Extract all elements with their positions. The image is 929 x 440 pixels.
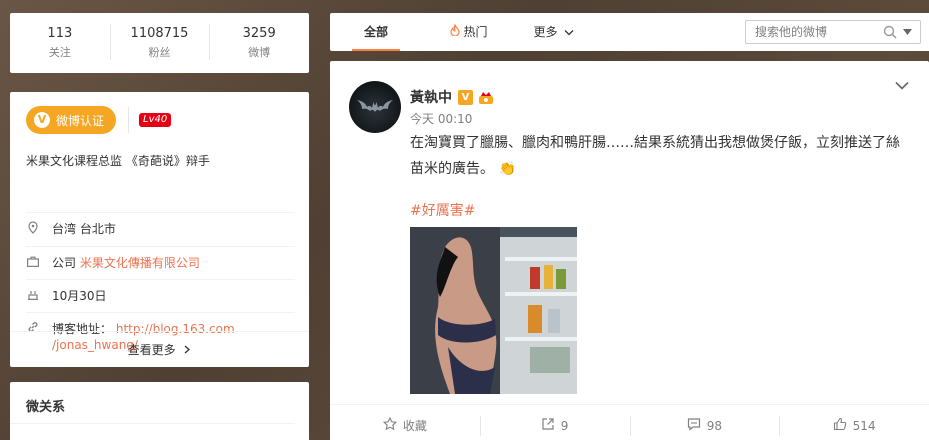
post-menu-chevron-icon[interactable]	[895, 79, 911, 91]
location-icon	[26, 221, 40, 238]
star-icon	[382, 416, 397, 434]
tab-more[interactable]: 更多	[526, 13, 583, 51]
post-text: 在淘寶買了臘腸、臘肉和鴨肝腸……結果系統猜出我想做煲仔飯，立刻推送了絲苗米的廣告…	[410, 130, 910, 182]
post-actions: 收藏 9 98 514	[330, 404, 929, 440]
profile-description: 米果文化课程总监 《奇葩说》辩手	[26, 154, 210, 168]
briefcase-icon	[26, 255, 40, 271]
post-author: 黃執中 V	[410, 87, 494, 107]
crown-icon[interactable]	[478, 90, 494, 105]
fire-icon	[450, 23, 464, 39]
stat-followers[interactable]: 1108715 粉丝	[109, 24, 210, 62]
posts-label: 微博	[248, 46, 271, 59]
feed-tab-bar: 全部 热门 更多	[330, 13, 929, 51]
info-location: 台湾 台北市	[26, 212, 295, 246]
birthday-text: 10月30日	[52, 289, 107, 303]
repost-icon	[541, 417, 555, 434]
repost-count: 9	[560, 418, 569, 433]
stat-posts[interactable]: 3259 微博	[209, 24, 309, 62]
repost-button[interactable]: 9	[479, 415, 630, 436]
company-link[interactable]: 米果文化傳播有限公司	[80, 256, 200, 270]
post-hashtag[interactable]: #好厲害#	[410, 200, 475, 220]
info-company: 公司 米果文化傳播有限公司	[26, 246, 295, 279]
stat-following[interactable]: 113 关注	[10, 24, 110, 62]
followers-count: 1108715	[130, 26, 189, 41]
comment-icon	[687, 417, 701, 434]
search-icon[interactable]	[883, 25, 897, 39]
post-card: 黃執中 V 今天 00:10 在淘寶買了臘腸、臘肉和鴨肝腸……結果系統猜出我想做…	[330, 61, 929, 440]
avatar[interactable]	[349, 81, 401, 133]
cake-icon	[26, 288, 40, 304]
tab-all[interactable]: 全部	[352, 13, 401, 51]
tab-hot-label: 热门	[463, 25, 488, 39]
divider	[128, 107, 130, 133]
search-dropdown-icon[interactable]	[903, 29, 912, 35]
location-text: 台湾 台北市	[52, 222, 116, 236]
verify-label: 微博认证	[56, 113, 105, 128]
batman-logo-icon	[357, 100, 393, 112]
chevron-down-icon	[561, 25, 574, 39]
followers-label: 粉丝	[148, 46, 171, 59]
verify-button[interactable]: V 微博认证	[26, 106, 117, 134]
clap-emoji: 👏	[498, 161, 516, 177]
post-image[interactable]	[410, 227, 577, 394]
comment-button[interactable]: 98	[629, 415, 780, 436]
like-button[interactable]: 514	[779, 415, 929, 436]
relations-title: 微关系	[10, 382, 295, 424]
view-more-label: 查看更多	[127, 343, 176, 357]
collect-label: 收藏	[402, 419, 427, 433]
view-more-button[interactable]: 查看更多	[10, 331, 309, 367]
verify-row: V 微博认证 Lv40	[10, 92, 309, 136]
like-count: 514	[852, 418, 876, 433]
tab-all-label: 全部	[364, 25, 389, 39]
stats-card: 113 关注 1108715 粉丝 3259 微博	[10, 13, 309, 73]
search-input[interactable]	[755, 22, 875, 42]
author-name[interactable]: 黃執中	[410, 87, 452, 107]
post-body: 在淘寶買了臘腸、臘肉和鴨肝腸……結果系統猜出我想做煲仔飯，立刻推送了絲苗米的廣告…	[410, 135, 900, 177]
comment-count: 98	[706, 418, 723, 433]
company-prefix: 公司	[52, 256, 77, 270]
post-photo	[410, 227, 577, 394]
following-count: 113	[47, 26, 73, 41]
following-label: 关注	[48, 46, 71, 59]
post-time[interactable]: 今天 00:10	[410, 110, 472, 127]
verified-badge[interactable]: V	[458, 89, 473, 105]
posts-count: 3259	[242, 26, 276, 41]
collect-button[interactable]: 收藏	[330, 416, 480, 436]
tab-more-label: 更多	[533, 25, 558, 39]
info-birthday: 10月30日	[26, 279, 295, 312]
verify-icon: V	[34, 112, 50, 128]
profile-card: V 微博认证 Lv40 米果文化课程总监 《奇葩说》辩手 台湾 台北市 公司 米…	[10, 92, 309, 367]
relations-card: 微关系	[10, 382, 309, 440]
search-box	[745, 20, 921, 44]
like-icon	[833, 417, 847, 434]
chevron-right-icon	[179, 343, 191, 357]
level-badge[interactable]: Lv40	[139, 113, 172, 127]
tab-hot[interactable]: 热门	[442, 13, 496, 51]
